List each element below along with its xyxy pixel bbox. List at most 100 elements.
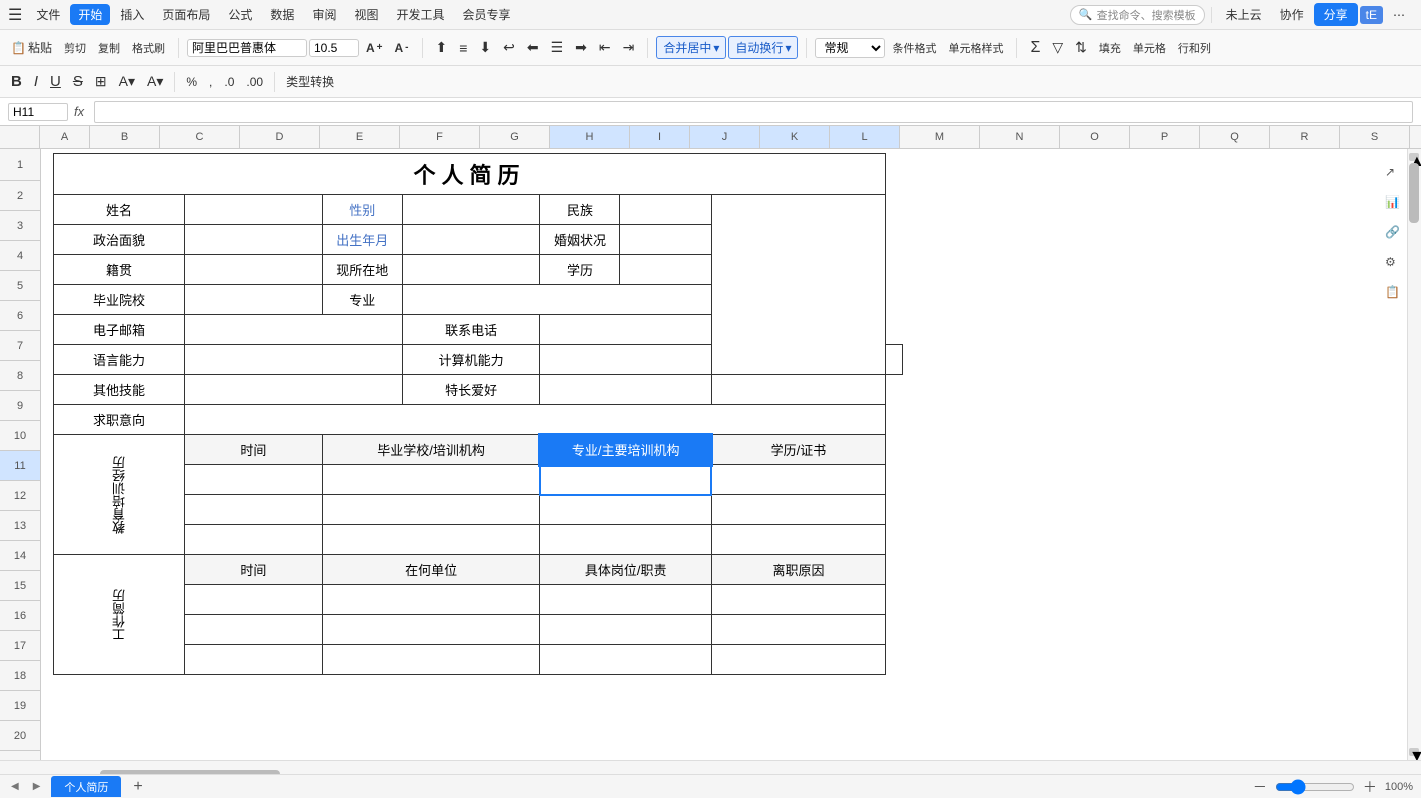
work-time-1[interactable] [185, 585, 323, 615]
col-header-r[interactable]: R [1270, 126, 1340, 148]
col-header-b[interactable]: B [90, 126, 160, 148]
col-header-a[interactable]: A [40, 126, 90, 148]
row-num-18[interactable]: 18 [0, 661, 40, 691]
indent-left-btn[interactable]: ⇤ [594, 37, 616, 58]
search-box[interactable]: 🔍 查找命令、搜索模板 [1070, 5, 1205, 25]
add-sheet-btn[interactable]: + [129, 778, 146, 796]
cloud-status[interactable]: 未上云 [1218, 4, 1270, 25]
row-num-13[interactable]: 13 [0, 511, 40, 541]
col-header-i[interactable]: I [630, 126, 690, 148]
sort-icon[interactable]: ⇅ [1070, 37, 1092, 58]
work-position-1[interactable] [540, 585, 712, 615]
row-num-16[interactable]: 16 [0, 601, 40, 631]
row-num-2[interactable]: 2 [0, 181, 40, 211]
work-reason-1[interactable] [711, 585, 885, 615]
row-num-20[interactable]: 20 [0, 721, 40, 751]
underline-btn[interactable]: U [45, 71, 66, 92]
font-size-input[interactable] [309, 39, 359, 57]
edu-degree-3[interactable] [711, 525, 885, 555]
menu-data[interactable]: 数据 [262, 4, 302, 25]
menu-developer[interactable]: 开发工具 [388, 4, 452, 25]
col-header-c[interactable]: C [160, 126, 240, 148]
politics-value[interactable] [185, 225, 323, 255]
fill-color-btn[interactable]: A▾ [114, 71, 140, 92]
menu-insert[interactable]: 插入 [112, 4, 152, 25]
hobbies-value[interactable] [540, 375, 712, 405]
paste-btn[interactable]: 📋 粘贴 [6, 37, 57, 58]
bold-btn[interactable]: B [6, 71, 27, 92]
work-company-1[interactable] [322, 585, 540, 615]
work-position-3[interactable] [540, 645, 712, 675]
collab-btn[interactable]: 协作 [1272, 4, 1312, 25]
row-num-1[interactable]: 1 [0, 149, 40, 181]
rotate-btn[interactable]: ↩ [498, 37, 520, 58]
condition-format-btn[interactable]: 条件格式 [887, 38, 941, 58]
row-num-17[interactable]: 17 [0, 631, 40, 661]
job-intention-value[interactable] [185, 405, 886, 435]
cells-area[interactable]: 个人简历 姓名 性别 民族 [41, 149, 1407, 760]
row-num-14[interactable]: 14 [0, 541, 40, 571]
col-header-e[interactable]: E [320, 126, 400, 148]
title-cell[interactable]: 个人简历 [54, 154, 886, 195]
education-value[interactable] [620, 255, 712, 285]
col-header-h[interactable]: H [550, 126, 630, 148]
h-scroll-thumb[interactable] [100, 770, 280, 775]
col-header-m[interactable]: M [900, 126, 980, 148]
align-left-btn[interactable]: ⬅ [522, 37, 544, 58]
decimal-add-btn[interactable]: .0 [219, 73, 239, 91]
tool-settings-icon[interactable]: ⚙ [1385, 255, 1405, 269]
type-convert-btn[interactable]: 类型转换 [281, 71, 339, 92]
edu-major-3[interactable] [540, 525, 712, 555]
scroll-down-btn[interactable]: ▼ [1409, 748, 1419, 756]
edu-time-3[interactable] [185, 525, 323, 555]
italic-btn[interactable]: I [29, 71, 43, 92]
col-header-g[interactable]: G [480, 126, 550, 148]
edu-degree-1[interactable] [711, 465, 885, 495]
sum-btn[interactable]: Σ [1025, 37, 1045, 59]
filter-btn[interactable]: ▽ [1047, 37, 1068, 58]
menu-review[interactable]: 审阅 [304, 4, 344, 25]
native-value[interactable] [185, 255, 323, 285]
col-header-s[interactable]: S [1340, 126, 1410, 148]
fill-btn[interactable]: 填充 [1094, 38, 1126, 58]
col-header-o[interactable]: O [1060, 126, 1130, 148]
major-value[interactable] [402, 285, 711, 315]
autowrap-dropdown-icon[interactable]: ▾ [785, 41, 791, 55]
row-num-9[interactable]: 9 [0, 391, 40, 421]
edu-school-2[interactable] [322, 495, 540, 525]
location-value[interactable] [402, 255, 540, 285]
email-value[interactable] [185, 315, 403, 345]
row-num-6[interactable]: 6 [0, 301, 40, 331]
percent-btn[interactable]: % [181, 73, 202, 91]
merge-dropdown-icon[interactable]: ▾ [713, 41, 719, 55]
row-num-11[interactable]: 11 [0, 451, 40, 481]
cell-style-btn[interactable]: 单元格样式 [943, 38, 1008, 58]
row-col-btn[interactable]: 行和列 [1173, 38, 1216, 58]
work-reason-2[interactable] [711, 615, 885, 645]
cut-btn[interactable]: 剪切 [59, 38, 91, 58]
name-value[interactable] [185, 195, 323, 225]
row-num-15[interactable]: 15 [0, 571, 40, 601]
work-time-3[interactable] [185, 645, 323, 675]
col-header-f[interactable]: F [400, 126, 480, 148]
tool-link-icon[interactable]: 🔗 [1385, 225, 1405, 239]
menu-view[interactable]: 视图 [346, 4, 386, 25]
align-center-btn[interactable]: ☰ [546, 37, 569, 58]
number-format-select[interactable]: 常规 [815, 38, 885, 58]
align-bottom-btn[interactable]: ⬇ [474, 37, 496, 58]
menu-page-layout[interactable]: 页面布局 [154, 4, 218, 25]
menu-file[interactable]: 文件 [28, 4, 68, 25]
work-company-2[interactable] [322, 615, 540, 645]
decimal-remove-btn[interactable]: .00 [241, 73, 268, 91]
row-num-4[interactable]: 4 [0, 241, 40, 271]
row-num-12[interactable]: 12 [0, 481, 40, 511]
work-time-2[interactable] [185, 615, 323, 645]
birthdate-value[interactable] [402, 225, 540, 255]
scroll-up-btn[interactable]: ▲ [1409, 153, 1419, 161]
work-position-2[interactable] [540, 615, 712, 645]
user-avatar[interactable]: tE [1360, 6, 1383, 24]
align-middle-btn[interactable]: ≡ [454, 38, 472, 58]
school-value[interactable] [185, 285, 323, 315]
zoom-in-btn[interactable]: ＋ [1363, 777, 1377, 797]
language-value[interactable] [185, 345, 403, 375]
